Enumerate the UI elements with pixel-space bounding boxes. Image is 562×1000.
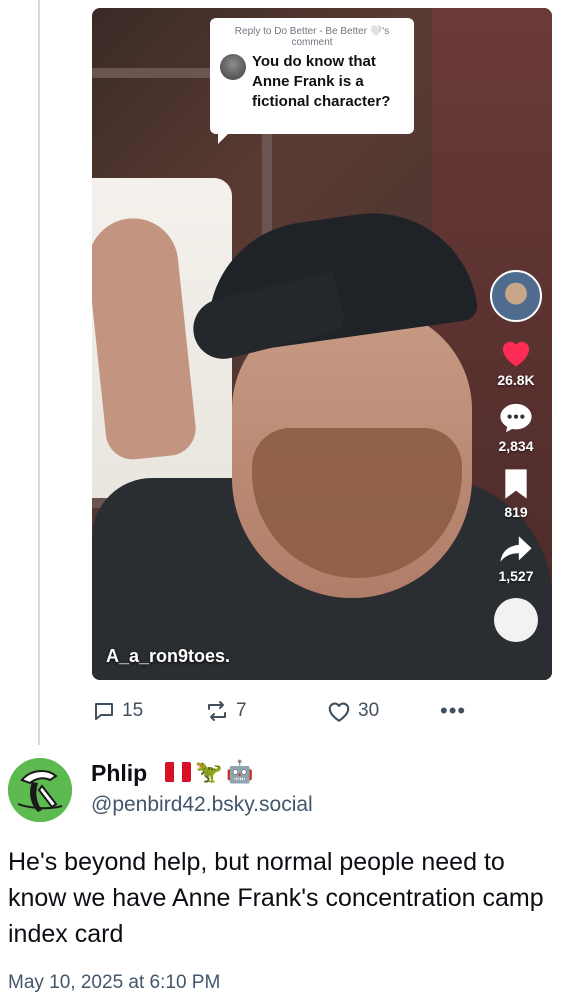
heart-icon	[502, 341, 530, 367]
reply-comment-text: You do know that Anne Frank is a fiction…	[252, 53, 391, 110]
reply-count: 15	[122, 700, 144, 721]
parent-post-actions: 15 7 30 •••	[92, 697, 492, 725]
video-save[interactable]: 819	[502, 468, 530, 520]
author-emoji-set: 🦖 🤖	[165, 759, 254, 785]
repost-button[interactable]: 7	[204, 699, 247, 723]
author-handle[interactable]: @penbird42.bsky.social	[91, 793, 313, 817]
heart-outline-icon	[328, 702, 350, 722]
video-share[interactable]: 1,527	[498, 534, 534, 584]
dinosaur-emoji: 🦖	[195, 759, 223, 784]
penguin-bird-avatar-art	[8, 758, 72, 822]
repost-icon	[208, 701, 226, 721]
video-like[interactable]: 26.8K	[497, 336, 535, 388]
creator-handle: A_a_ron9toes.	[106, 646, 231, 666]
music-disc-icon[interactable]	[494, 598, 538, 642]
video-comments[interactable]: 2,834	[498, 402, 534, 454]
thread-line	[38, 0, 40, 745]
video-save-count: 819	[504, 504, 528, 520]
like-count: 30	[358, 700, 380, 721]
creator-avatar[interactable]	[490, 270, 542, 322]
repost-count: 7	[236, 700, 247, 721]
author-avatar[interactable]	[8, 758, 72, 822]
video-comment-count: 2,834	[498, 438, 534, 454]
post-body-text: He's beyond help, but normal people need…	[8, 848, 544, 948]
peru-flag-icon	[165, 762, 191, 782]
reply-button[interactable]: 15	[92, 699, 143, 723]
comment-bubble-icon	[500, 403, 532, 433]
like-button[interactable]: 30	[326, 699, 379, 723]
share-arrow-icon	[500, 536, 532, 562]
bookmark-icon	[505, 469, 527, 499]
video-share-count: 1,527	[498, 568, 534, 584]
reply-comment-card: Reply to Do Better - Be Better 🤍's comme…	[210, 18, 414, 144]
reply-meta: Reply to Do Better - Be Better 🤍's comme…	[234, 26, 390, 48]
commenter-avatar	[220, 54, 246, 80]
embedded-video[interactable]: Reply to Do Better - Be Better 🤍's comme…	[92, 8, 552, 680]
more-options-button[interactable]: •••	[440, 698, 466, 724]
post-timestamp[interactable]: May 10, 2025 at 6:10 PM	[8, 972, 220, 994]
author-display-name[interactable]: Phlip	[91, 760, 147, 787]
reply-icon	[95, 703, 113, 720]
video-action-rail: 26.8K 2,834 819 1,527	[486, 270, 546, 642]
video-like-count: 26.8K	[497, 372, 535, 388]
robot-emoji: 🤖	[226, 759, 254, 784]
